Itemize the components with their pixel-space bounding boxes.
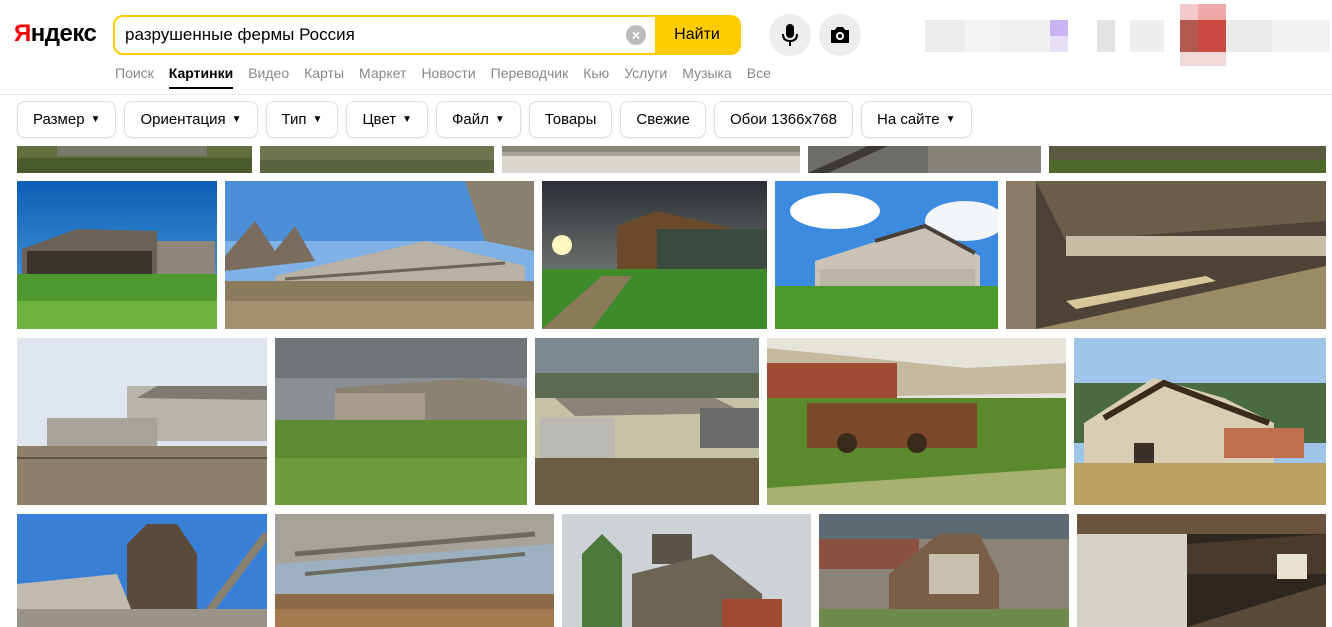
search-input[interactable] [115,17,617,53]
image-thumbnail[interactable] [808,146,1041,173]
blurred-block [1198,20,1226,52]
filter-wallpaper[interactable]: Обои 1366x768 [713,101,853,138]
tab-services[interactable]: Услуги [624,65,667,89]
filter-orientation[interactable]: Ориентация ▼ [124,101,258,138]
header-divider [0,94,1332,95]
tab-video[interactable]: Видео [248,65,289,89]
image-thumbnail[interactable] [819,514,1069,627]
image-thumbnail[interactable] [562,514,811,627]
chevron-down-icon: ▼ [494,114,505,125]
tab-music[interactable]: Музыка [682,65,732,89]
blurred-block [1180,20,1198,52]
image-thumbnail[interactable] [1077,514,1326,627]
filter-fresh[interactable]: Свежие [620,101,706,138]
image-thumbnail[interactable] [260,146,494,173]
image-thumbnail[interactable] [17,338,267,505]
chevron-down-icon: ▼ [945,114,956,125]
image-thumbnail[interactable] [17,146,252,173]
blurred-block [1050,20,1068,36]
tab-market[interactable]: Маркет [359,65,406,89]
blurred-block [1272,20,1330,52]
tab-maps[interactable]: Карты [304,65,344,89]
image-thumbnail[interactable] [542,181,767,329]
image-thumbnail[interactable] [1006,181,1326,329]
camera-icon [831,27,849,43]
image-thumbnail[interactable] [775,181,998,329]
image-thumbnail[interactable] [225,181,534,329]
blurred-block [965,20,1000,52]
image-thumbnail[interactable] [767,338,1066,505]
blurred-block [1050,36,1068,52]
filter-color[interactable]: Цвет ▼ [346,101,428,138]
image-thumbnail[interactable] [535,338,759,505]
blurred-block [1180,4,1198,20]
image-thumbnail[interactable] [17,181,217,329]
blurred-block [1180,52,1226,66]
chevron-down-icon: ▼ [231,114,242,125]
chevron-down-icon: ▼ [312,114,323,125]
image-thumbnail[interactable] [275,338,527,505]
blurred-block [1130,20,1164,52]
close-icon: × [626,25,646,45]
tab-all[interactable]: Все [747,65,771,89]
blurred-block [1000,20,1050,52]
blurred-block [1198,4,1226,20]
service-tabs: Поиск Картинки Видео Карты Маркет Новост… [115,65,786,89]
filter-file[interactable]: Файл ▼ [435,101,521,138]
microphone-icon [782,24,798,46]
filter-size[interactable]: Размер ▼ [17,101,117,138]
filter-goods[interactable]: Товары [528,101,613,138]
chevron-down-icon: ▼ [90,114,101,125]
voice-search-button[interactable] [769,14,811,56]
image-thumbnail[interactable] [1049,146,1326,173]
filter-bar: Размер ▼ Ориентация ▼ Тип ▼ Цвет ▼ Файл ▼ Тов… [17,101,972,138]
image-thumbnail[interactable] [1074,338,1326,505]
image-thumbnail[interactable] [17,514,267,627]
search-button[interactable]: Найти [655,17,739,53]
blurred-block [1226,20,1272,52]
tab-q[interactable]: Кью [583,65,609,89]
blurred-block [925,20,965,52]
image-search-button[interactable] [819,14,861,56]
image-thumbnail[interactable] [275,514,554,627]
yandex-logo[interactable]: Яндекс [14,20,97,48]
tab-images[interactable]: Картинки [168,65,234,89]
tab-translator[interactable]: Переводчик [491,65,569,89]
tab-search[interactable]: Поиск [115,65,154,89]
chevron-down-icon: ▼ [402,114,412,125]
search-box: × Найти [113,15,741,55]
image-thumbnail[interactable] [502,146,800,173]
blurred-block [1097,20,1115,52]
clear-button[interactable]: × [617,17,655,53]
filter-onsite[interactable]: На сайте ▼ [861,101,972,138]
tab-news[interactable]: Новости [421,65,475,89]
filter-type[interactable]: Тип ▼ [265,101,339,138]
